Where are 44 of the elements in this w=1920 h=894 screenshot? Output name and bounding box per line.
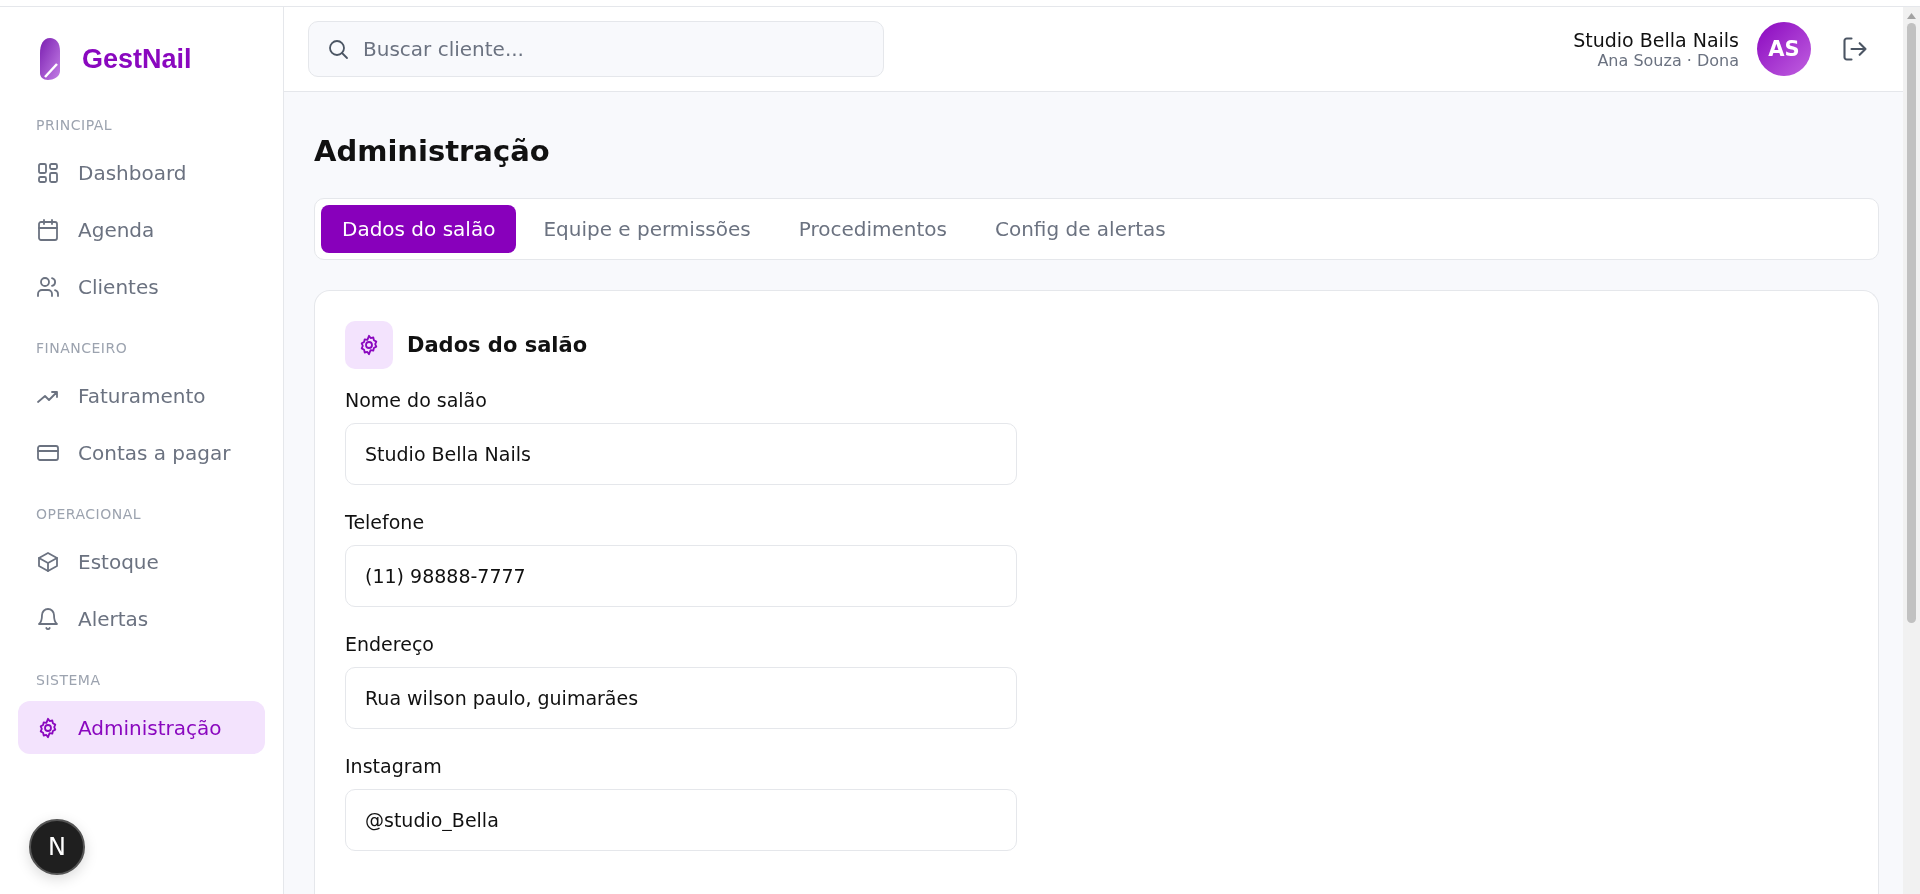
nav-item[interactable]: Agenda (18, 203, 265, 256)
calendar-icon (36, 217, 60, 242)
logout-icon[interactable] (1841, 35, 1869, 63)
dev-badge[interactable]: N (29, 819, 85, 875)
salon-name: Studio Bella Nails (1573, 28, 1739, 51)
box-icon (36, 549, 60, 574)
input-field[interactable]: Studio Bella Nails (345, 423, 1017, 485)
input-field[interactable]: Rua wilson paulo, guimarães (345, 667, 1017, 729)
users-icon (36, 274, 60, 299)
field-label: Endereço (345, 633, 434, 655)
search-field[interactable]: Buscar cliente... (308, 21, 884, 77)
nav-item[interactable]: Contas a pagar (18, 426, 265, 479)
nav-item[interactable]: Alertas (18, 592, 265, 645)
section-title: SISTEMA (35, 672, 102, 688)
brand-name: GestNail (82, 43, 192, 75)
card-title: Dados do salão (407, 333, 588, 357)
nail-logo-icon (38, 37, 62, 81)
scroll-up-icon[interactable] (1907, 13, 1916, 19)
scrollbar[interactable] (1903, 7, 1920, 894)
nav-item[interactable]: Administração (18, 701, 265, 754)
tab[interactable]: Dados do salão (321, 205, 517, 253)
nav-item[interactable]: Faturamento (18, 369, 265, 422)
settings-icon (345, 321, 393, 369)
tab[interactable]: Procedimentos (777, 205, 968, 253)
page-title: Administração (314, 134, 551, 168)
section-title: OPERACIONAL (35, 506, 143, 522)
search-icon (326, 37, 350, 61)
field-label: Telefone (345, 511, 425, 533)
field-label: Instagram (345, 755, 442, 777)
nav-item[interactable]: Clientes (18, 260, 265, 313)
avatar[interactable]: AS (1757, 22, 1811, 76)
bell-icon (36, 606, 60, 631)
user-name: Ana Souza · Dona (1597, 50, 1739, 70)
tab[interactable]: Config de alertas (973, 205, 1187, 253)
scrollbar-thumb[interactable] (1907, 23, 1916, 623)
section-title: PRINCIPAL (35, 117, 114, 133)
dashboard-icon (36, 160, 60, 185)
field-label: Nome do salão (345, 389, 487, 411)
input-field[interactable]: @studio_Bella (345, 789, 1017, 851)
nav-item[interactable]: Dashboard (18, 146, 265, 199)
nav-item[interactable]: Estoque (18, 535, 265, 588)
section-title: FINANCEIRO (35, 340, 129, 356)
input-field[interactable]: (11) 98888-7777 (345, 545, 1017, 607)
tab[interactable]: Equipe e permissões (522, 205, 772, 253)
